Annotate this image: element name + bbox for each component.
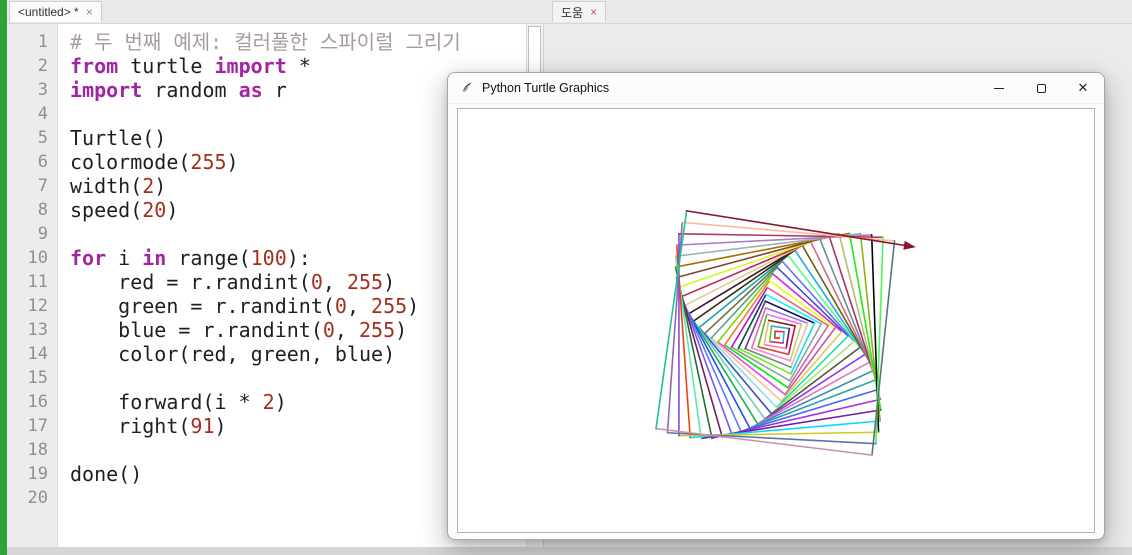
line-number: 1 (37, 32, 48, 52)
maximize-icon (1036, 83, 1046, 93)
line-number: 8 (37, 200, 48, 220)
tab-help[interactable]: 도움 × (552, 1, 607, 22)
turtle-spiral-drawing (655, 210, 916, 456)
maximize-button[interactable] (1020, 73, 1062, 103)
line-number: 3 (37, 80, 48, 100)
tab-untitled-label: <untitled> * (18, 5, 79, 19)
turtle-canvas (457, 108, 1095, 533)
line-number: 2 (37, 56, 48, 76)
turtle-graphics-window[interactable]: Python Turtle Graphics ✕ (447, 72, 1105, 540)
line-number: 15 (27, 368, 48, 388)
line-number: 9 (37, 224, 48, 244)
line-number: 12 (27, 296, 48, 316)
bottom-status-strip (7, 547, 1132, 555)
line-number: 18 (27, 440, 48, 460)
tk-feather-icon (459, 80, 475, 96)
code-line: # 두 번째 예제: 컬러풀한 스파이럴 그리기 (70, 30, 461, 54)
tab-help-label: 도움 (561, 5, 584, 20)
editor-tab-bar: <untitled> * × 도움 × (7, 0, 1132, 24)
line-number: 19 (27, 464, 48, 484)
line-number: 13 (27, 320, 48, 340)
tab-help-close-icon[interactable]: × (590, 6, 597, 18)
line-number: 16 (27, 392, 48, 412)
code-editor-app: <untitled> * × 도움 × 1 2 3 4 5 6 7 8 9 10 11 12 13 14 1… (0, 0, 1132, 555)
line-number: 7 (37, 176, 48, 196)
close-icon: ✕ (1077, 80, 1089, 95)
tab-untitled-close-icon[interactable]: × (86, 6, 93, 18)
line-number: 20 (27, 488, 48, 508)
turtle-cursor-arrow (903, 240, 916, 250)
turtle-window-title: Python Turtle Graphics (482, 81, 610, 95)
minimize-button[interactable] (978, 73, 1020, 103)
minimize-icon (994, 87, 1004, 89)
line-number: 17 (27, 416, 48, 436)
line-number-gutter: 1 2 3 4 5 6 7 8 9 10 11 12 13 14 15 16 17 18 19 20 (7, 23, 58, 547)
line-number: 10 (27, 248, 48, 268)
line-number: 4 (37, 104, 48, 124)
turtle-window-titlebar[interactable]: Python Turtle Graphics ✕ (448, 73, 1104, 104)
tab-untitled[interactable]: <untitled> * × (9, 1, 102, 22)
line-number: 5 (37, 128, 48, 148)
line-number: 11 (27, 272, 48, 292)
left-accent-strip (0, 0, 7, 555)
close-button[interactable]: ✕ (1062, 73, 1104, 103)
line-number: 14 (27, 344, 48, 364)
line-number: 6 (37, 152, 48, 172)
window-controls: ✕ (978, 73, 1104, 103)
